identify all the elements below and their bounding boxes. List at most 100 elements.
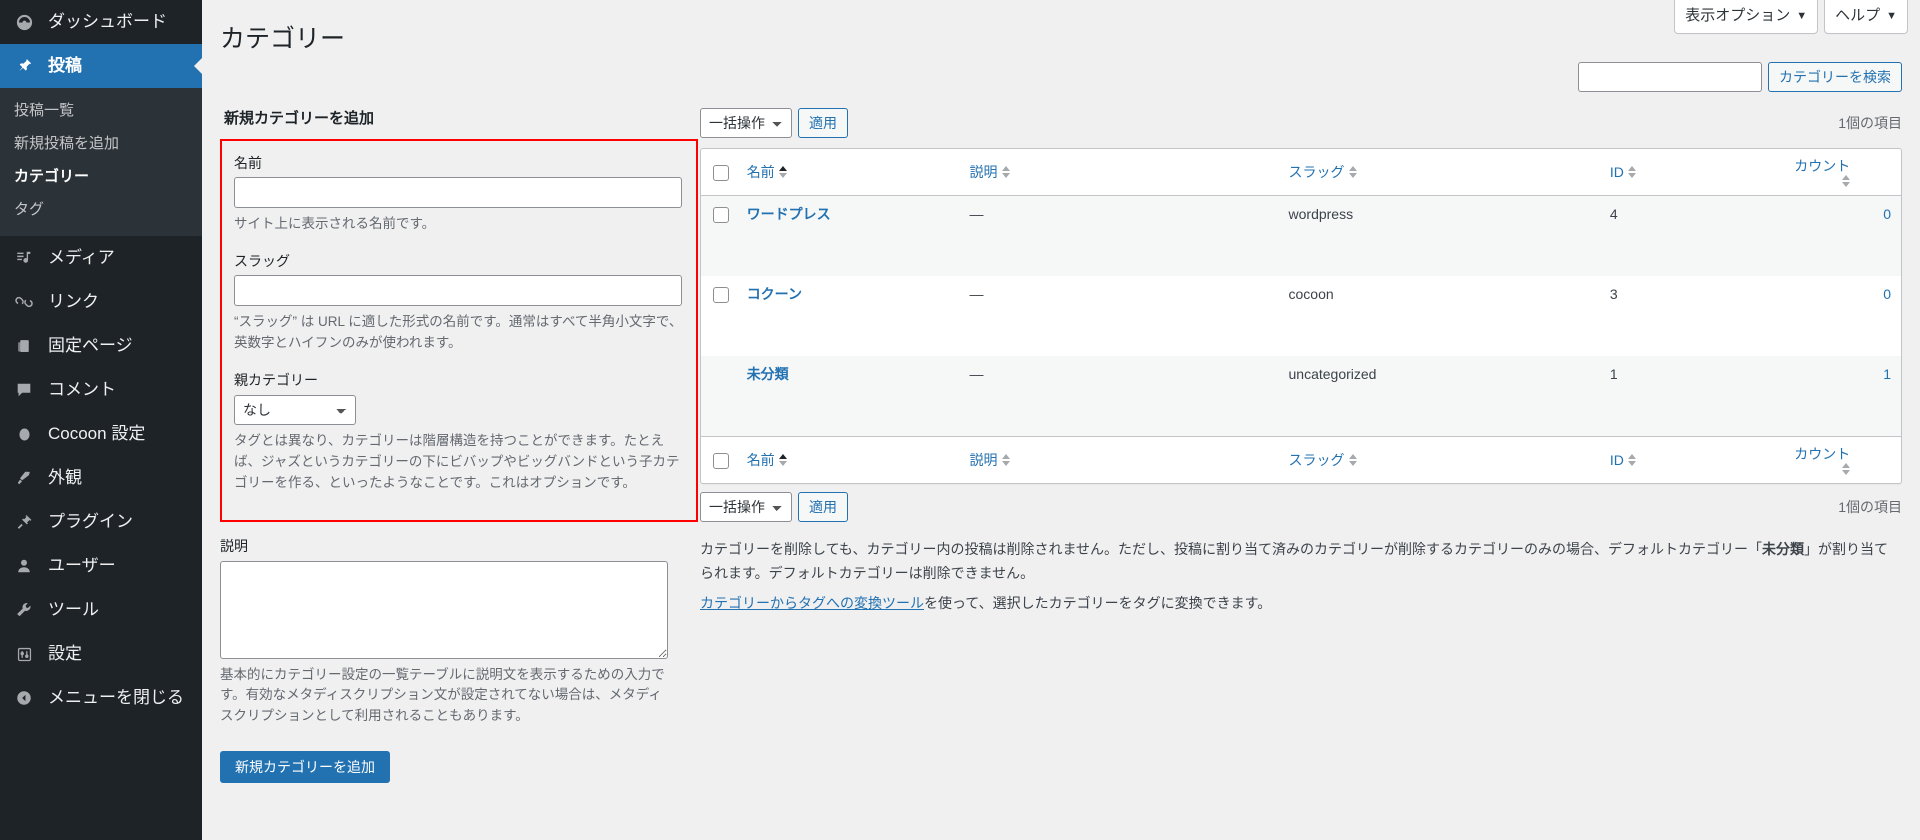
row-count-cell: 1 <box>1784 356 1901 436</box>
column-header-id-bottom[interactable]: ID <box>1599 436 1785 483</box>
count-link[interactable]: 0 <box>1883 286 1891 302</box>
row-slug-cell: uncategorized <box>1288 366 1377 383</box>
parent-description: タグとは異なり、カテゴリーは階層構造を持つことができます。たとえば、ジャズという… <box>234 432 680 490</box>
count-link[interactable]: 1 <box>1883 366 1891 382</box>
apply-bulk-action-button-bottom[interactable]: 適用 <box>798 492 848 523</box>
sidebar-item-media[interactable]: メディア <box>0 236 202 280</box>
sidebar-item-label: 設定 <box>48 644 82 663</box>
slug-field-group: スラッグ “スラッグ” は URL に適した形式の名前です。通常はすべて半角小文… <box>234 249 684 354</box>
category-slug-input[interactable] <box>234 274 682 306</box>
column-header-id-top[interactable]: ID <box>1599 149 1785 197</box>
row-count-cell: 0 <box>1784 276 1901 356</box>
link-icon <box>12 291 36 313</box>
sidebar-item-label: ツール <box>48 600 99 619</box>
column-header-name-bottom[interactable]: 名前 <box>736 436 960 483</box>
column-header-count-bottom[interactable]: カウント <box>1784 436 1901 483</box>
search-categories-button[interactable]: カテゴリーを検索 <box>1768 62 1902 92</box>
sidebar-item-label: プラグイン <box>48 512 133 531</box>
sidebar-subitem-all-posts[interactable]: 投稿一覧 <box>0 94 202 127</box>
tablenav-top: 一括操作 適用 1個の項目 <box>700 108 1902 138</box>
sidebar-item-cocoon-settings[interactable]: Cocoon 設定 <box>0 412 202 456</box>
row-checkbox-cell <box>701 356 737 436</box>
sidebar-subitem-tags[interactable]: タグ <box>0 193 202 226</box>
note-default-category: 未分類 <box>1762 541 1805 558</box>
sidebar-item-pages[interactable]: 固定ページ <box>0 324 202 368</box>
column-header-slug-top[interactable]: スラッグ <box>1278 149 1600 197</box>
name-field-group: 名前 サイト上に表示される名前です。 <box>234 151 684 235</box>
sort-icon <box>1348 166 1357 179</box>
category-name-link[interactable]: ワードプレス <box>747 206 831 222</box>
row-checkbox-cell <box>701 196 737 276</box>
sidebar-item-settings[interactable]: 設定 <box>0 632 202 676</box>
select-all-header-top <box>701 149 737 197</box>
slug-description: “スラッグ” は URL に適した形式の名前です。通常はすべて半角小文字で、英数… <box>234 313 683 350</box>
column-label: ID <box>1609 164 1624 180</box>
dashboard-icon <box>12 11 36 33</box>
table-head: 名前 説明 スラッグ ID カウント <box>701 149 1901 197</box>
sidebar-item-label: コメント <box>48 380 116 399</box>
parent-category-select[interactable]: なし <box>234 394 356 425</box>
table-row: コクーン — cocoon 3 0 <box>701 276 1901 357</box>
column-label: 名前 <box>746 452 775 469</box>
column-header-count-top[interactable]: カウント <box>1784 149 1901 197</box>
select-all-checkbox-top[interactable] <box>713 165 729 182</box>
bulk-action-select-top[interactable]: 一括操作 <box>700 108 792 138</box>
column-label: ID <box>1609 452 1624 469</box>
converter-note-rest: を使って、選択したカテゴリーをタグに変換できます。 <box>924 594 1272 611</box>
sidebar-item-plugins[interactable]: プラグイン <box>0 500 202 544</box>
help-toggle[interactable]: ヘルプ ▼ <box>1824 0 1908 34</box>
sidebar-item-appearance[interactable]: 外観 <box>0 456 202 500</box>
sidebar-item-comments[interactable]: コメント <box>0 368 202 412</box>
category-name-link[interactable]: 未分類 <box>747 366 789 382</box>
search-input[interactable] <box>1578 62 1762 92</box>
category-name-input[interactable] <box>234 177 682 208</box>
sidebar-item-users[interactable]: ユーザー <box>0 544 202 588</box>
table-row: 未分類 — uncategorized 1 1 <box>701 356 1901 437</box>
pin-icon <box>12 55 36 77</box>
appearance-icon <box>12 467 36 489</box>
sort-icon <box>1001 166 1010 179</box>
sort-icon <box>1001 454 1010 467</box>
user-icon <box>12 555 36 577</box>
bulk-action-select-bottom[interactable]: 一括操作 <box>700 492 792 523</box>
category-to-tag-converter-link[interactable]: カテゴリーからタグへの変換ツール <box>700 595 924 611</box>
column-header-description-top[interactable]: 説明 <box>959 149 1279 197</box>
count-link[interactable]: 0 <box>1883 206 1891 222</box>
chevron-down-icon: ▼ <box>1796 10 1808 22</box>
sidebar-item-label: メディア <box>48 248 115 267</box>
name-label: 名前 <box>234 155 262 171</box>
form-heading: 新規カテゴリーを追加 <box>224 110 375 127</box>
sidebar-item-dashboard[interactable]: ダッシュボード <box>0 0 202 44</box>
sidebar-item-posts[interactable]: 投稿 <box>0 44 202 88</box>
row-slug-cell: wordpress <box>1288 206 1354 223</box>
sidebar-subitem-categories[interactable]: カテゴリー <box>0 160 202 193</box>
add-new-category-button[interactable]: 新規カテゴリーを追加 <box>220 751 390 784</box>
search-box: カテゴリーを検索 <box>1578 62 1902 92</box>
sidebar-item-label: ユーザー <box>48 556 116 575</box>
row-checkbox[interactable] <box>713 287 729 304</box>
name-description: サイト上に表示される名前です。 <box>234 216 436 231</box>
row-slug-cell: cocoon <box>1288 286 1334 303</box>
sidebar-item-links[interactable]: リンク <box>0 280 202 324</box>
select-all-checkbox-bottom[interactable] <box>713 453 729 470</box>
displaying-num-top: 1個の項目 <box>1838 115 1902 131</box>
sidebar-item-tools[interactable]: ツール <box>0 588 202 632</box>
tools-icon <box>12 599 36 621</box>
category-description-textarea[interactable] <box>220 560 668 659</box>
sidebar-item-collapse-menu[interactable]: メニューを閉じる <box>0 676 202 720</box>
sort-icon <box>1842 175 1851 188</box>
comment-icon <box>12 379 36 401</box>
sidebar-subitem-add-post[interactable]: 新規投稿を追加 <box>0 127 202 160</box>
sort-icon <box>1627 454 1636 467</box>
row-checkbox[interactable] <box>713 207 729 224</box>
sort-icon <box>1627 166 1636 179</box>
column-header-description-bottom[interactable]: 説明 <box>959 436 1279 483</box>
column-header-slug-bottom[interactable]: スラッグ <box>1278 436 1600 483</box>
category-name-link[interactable]: コクーン <box>747 286 802 302</box>
plugin-icon <box>12 511 36 533</box>
column-label: カウント <box>1794 446 1851 463</box>
row-name-cell: 未分類 <box>737 356 960 436</box>
display-options-toggle[interactable]: 表示オプション ▼ <box>1674 0 1819 34</box>
apply-bulk-action-button-top[interactable]: 適用 <box>798 108 848 138</box>
column-header-name-top[interactable]: 名前 <box>736 149 960 197</box>
